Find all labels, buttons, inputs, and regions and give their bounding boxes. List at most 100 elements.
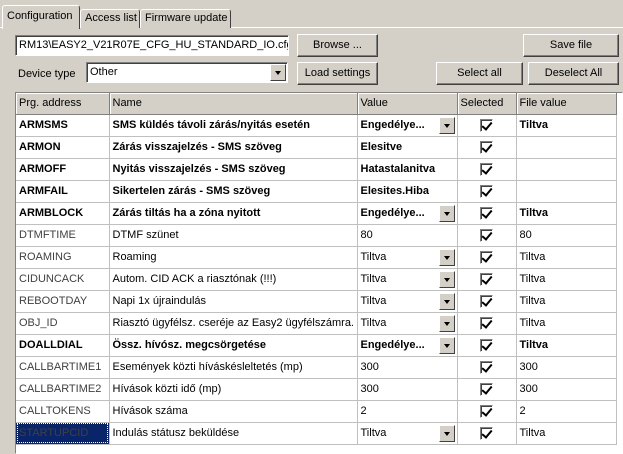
selected-checkbox[interactable]: [480, 272, 493, 286]
selected-checkbox[interactable]: [480, 426, 493, 440]
chevron-down-icon[interactable]: [438, 292, 455, 310]
col-header-value[interactable]: Value: [357, 93, 458, 115]
chevron-down-icon[interactable]: [438, 116, 455, 134]
table-row[interactable]: ROAMING Roaming Tiltva Tiltva: [16, 246, 617, 269]
chevron-down-icon[interactable]: [438, 270, 455, 288]
prg-address-cell[interactable]: CALLTOKENS: [16, 400, 110, 423]
prg-address-cell[interactable]: CALLBARTIME1: [16, 356, 110, 379]
selected-cell[interactable]: [457, 290, 517, 313]
chevron-down-icon[interactable]: [438, 204, 455, 222]
chevron-down-icon[interactable]: [270, 64, 286, 81]
col-header-prg-address[interactable]: Prg. address: [16, 93, 110, 115]
prg-address-cell[interactable]: ARMON: [16, 136, 110, 159]
value-cell[interactable]: 2: [357, 400, 458, 423]
value-cell[interactable]: 80: [357, 224, 458, 247]
selected-checkbox[interactable]: [480, 206, 493, 220]
table-row[interactable]: ARMBLOCK Zárás tiltás ha a zóna nyitott En…: [16, 202, 617, 225]
col-header-selected[interactable]: Selected: [457, 93, 517, 115]
table-row[interactable]: REBOOTDAY Napi 1x újraindulás Tiltva Tiltva: [16, 290, 617, 313]
value-cell[interactable]: 300: [357, 356, 458, 379]
value-cell[interactable]: 300: [357, 378, 458, 401]
table-row[interactable]: STARTUPCID Indulás státusz beküldése Tiltv…: [16, 422, 617, 445]
table-row[interactable]: ARMSMS SMS küldés távoli zárás/nyitás ese…: [16, 114, 617, 137]
prg-address-cell[interactable]: CALLBARTIME2: [16, 378, 110, 401]
selected-checkbox[interactable]: [480, 404, 493, 418]
prg-address-cell[interactable]: ARMOFF: [16, 158, 110, 181]
prg-address-cell[interactable]: ARMBLOCK: [16, 202, 110, 225]
col-header-name[interactable]: Name: [109, 93, 358, 115]
selected-cell[interactable]: [457, 400, 517, 423]
prg-address-cell[interactable]: STARTUPCID: [16, 422, 110, 445]
select-all-button[interactable]: Select all: [436, 62, 523, 85]
prg-address-cell[interactable]: ROAMING: [16, 246, 110, 269]
selected-checkbox[interactable]: [480, 118, 493, 132]
table-row[interactable]: DOALLDIAL Össz. hívósz. megcsörgetése Enge…: [16, 334, 617, 357]
device-type-select[interactable]: Other: [86, 62, 288, 83]
selected-checkbox[interactable]: [480, 140, 493, 154]
save-file-button[interactable]: Save file: [523, 34, 619, 57]
table-row[interactable]: ARMOFF Nyitás visszajelzés - SMS szöveg Ha…: [16, 158, 617, 181]
tab-configuration[interactable]: Configuration: [2, 5, 80, 29]
col-header-file-value[interactable]: File value: [516, 93, 617, 115]
selected-cell[interactable]: [457, 158, 517, 181]
chevron-down-icon[interactable]: [438, 424, 455, 442]
selected-checkbox[interactable]: [480, 184, 493, 198]
selected-cell[interactable]: [457, 246, 517, 269]
selected-cell[interactable]: [457, 312, 517, 335]
selected-cell[interactable]: [457, 224, 517, 247]
value-cell[interactable]: Tiltva: [357, 422, 458, 445]
prg-address-cell[interactable]: CIDUNCACK: [16, 268, 110, 291]
selected-checkbox[interactable]: [480, 294, 493, 308]
value-cell[interactable]: Tiltva: [357, 312, 458, 335]
selected-cell[interactable]: [457, 136, 517, 159]
table-row[interactable]: CIDUNCACK Autom. CID ACK a riasztónak (!!…: [16, 268, 617, 291]
table-row[interactable]: ARMFAIL Sikertelen zárás - SMS szöveg Eles…: [16, 180, 617, 203]
selected-cell[interactable]: [457, 114, 517, 137]
value-cell[interactable]: Tiltva: [357, 246, 458, 269]
selected-checkbox[interactable]: [480, 316, 493, 330]
chevron-down-icon[interactable]: [438, 314, 455, 332]
selected-cell[interactable]: [457, 202, 517, 225]
selected-checkbox[interactable]: [480, 162, 493, 176]
prg-address-cell[interactable]: REBOOTDAY: [16, 290, 110, 313]
prg-address-cell[interactable]: ARMFAIL: [16, 180, 110, 203]
load-settings-button[interactable]: Load settings: [297, 62, 378, 85]
file-path-field[interactable]: RM13\EASY2_V21R07E_CFG_HU_STANDARD_IO.cf…: [15, 35, 289, 56]
selected-checkbox[interactable]: [480, 338, 493, 352]
tab-firmware-update[interactable]: Firmware update: [140, 9, 231, 28]
chevron-down-icon[interactable]: [438, 336, 455, 354]
table-row[interactable]: ARMON Zárás visszajelzés - SMS szöveg Eles…: [16, 136, 617, 159]
selected-cell[interactable]: [457, 422, 517, 445]
selected-cell[interactable]: [457, 268, 517, 291]
value-cell[interactable]: Tiltva: [357, 268, 458, 291]
value-cell[interactable]: Elesites.Hiba: [357, 180, 458, 203]
file-value-cell: Tiltva: [516, 422, 617, 445]
table-row[interactable]: CALLBARTIME2 Hívások közti idő (mp) 300 300: [16, 378, 617, 401]
selected-cell[interactable]: [457, 356, 517, 379]
selected-checkbox[interactable]: [480, 228, 493, 242]
table-row[interactable]: CALLBARTIME1 Események közti híváskéslelt…: [16, 356, 617, 379]
prg-address-cell[interactable]: DOALLDIAL: [16, 334, 110, 357]
value-cell[interactable]: Elesitve: [357, 136, 458, 159]
deselect-all-button[interactable]: Deselect All: [528, 62, 619, 85]
chevron-down-icon[interactable]: [438, 248, 455, 266]
value-cell[interactable]: Engedélye...: [357, 202, 458, 225]
value-cell[interactable]: Hatastalanitva: [357, 158, 458, 181]
table-row[interactable]: CALLTOKENS Hívások száma 2 2: [16, 400, 617, 423]
browse-button[interactable]: Browse ...: [297, 34, 378, 57]
selected-checkbox[interactable]: [480, 250, 493, 264]
prg-address-cell[interactable]: ARMSMS: [16, 114, 110, 137]
selected-checkbox[interactable]: [480, 360, 493, 374]
selected-cell[interactable]: [457, 378, 517, 401]
value-cell[interactable]: Tiltva: [357, 290, 458, 313]
prg-address-cell[interactable]: DTMFTIME: [16, 224, 110, 247]
selected-cell[interactable]: [457, 180, 517, 203]
value-cell[interactable]: Engedélye...: [357, 114, 458, 137]
prg-address-cell[interactable]: OBJ_ID: [16, 312, 110, 335]
table-row[interactable]: OBJ_ID Riasztó ügyfélsz. cseréje az Easy2…: [16, 312, 617, 335]
selected-cell[interactable]: [457, 334, 517, 357]
table-row[interactable]: DTMFTIME DTMF szünet 80 80: [16, 224, 617, 247]
value-cell[interactable]: Engedélye...: [357, 334, 458, 357]
tab-access-list[interactable]: Access list: [80, 9, 140, 28]
selected-checkbox[interactable]: [480, 382, 493, 396]
